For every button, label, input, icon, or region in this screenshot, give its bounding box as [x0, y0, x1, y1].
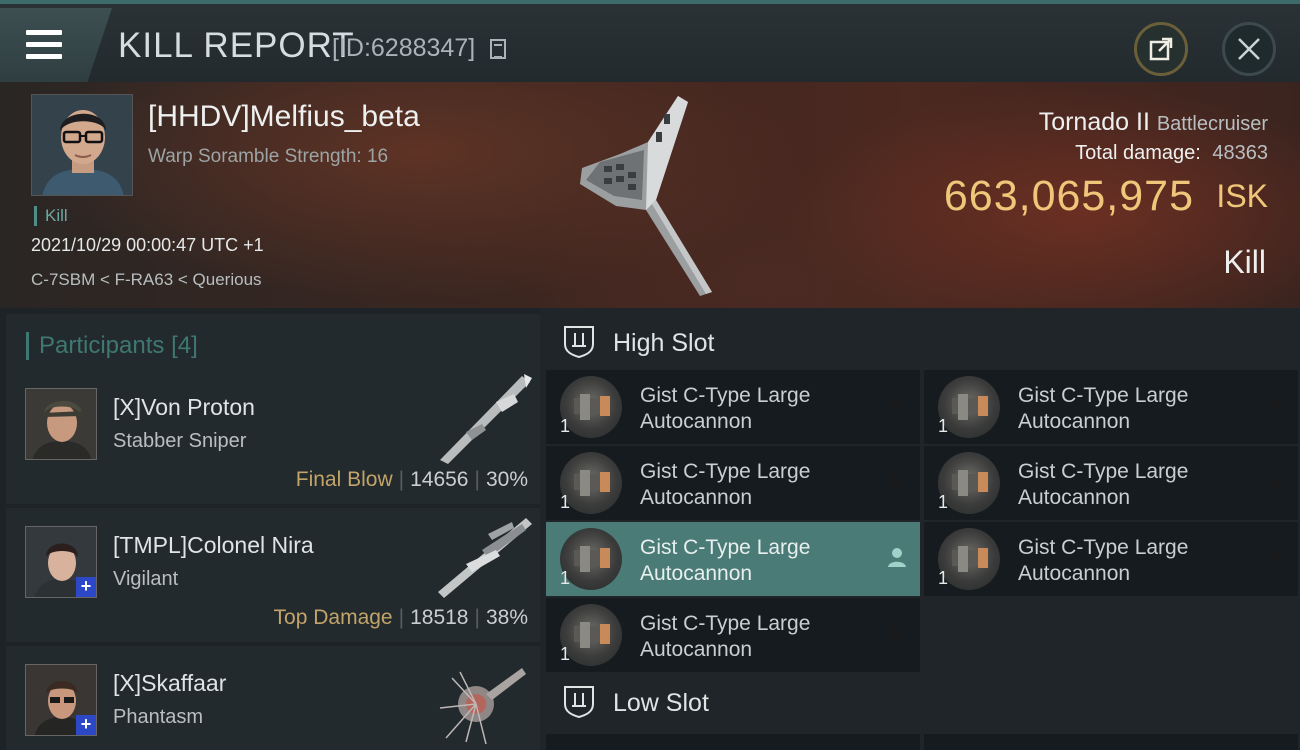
kill-tag: Kill: [34, 206, 68, 226]
participant-avatar: +: [25, 526, 97, 598]
ship-class: Battlecruiser: [1156, 113, 1268, 135]
participant-name: [X]Skaffaar: [113, 670, 227, 696]
report-id: [ID:6288347]: [332, 34, 476, 62]
participant-stats: Final Blow | 14656 | 30%: [295, 468, 528, 491]
fittings-panel: High Slot 1 Gist C-Type Large Autocannon …: [540, 308, 1300, 750]
top-bar: KILL REPORT [ID:6288347]: [0, 0, 1300, 82]
participant-damage: 18518: [410, 606, 469, 629]
close-icon: [1238, 38, 1260, 60]
participants-count: [4]: [171, 332, 198, 359]
module-item[interactable]: [924, 734, 1298, 750]
module-name: Gist C-Type Large Autocannon: [1018, 460, 1189, 509]
share-button[interactable]: [1134, 22, 1188, 76]
low-slot-header: Low Slot: [546, 672, 1298, 728]
participant-avatar: [25, 388, 97, 460]
share-icon: [1149, 37, 1173, 61]
module-quantity: 1: [938, 568, 949, 588]
remove-icon: [1267, 397, 1283, 413]
plus-icon: +: [76, 577, 96, 597]
remove-icon: [889, 473, 905, 489]
victim-name[interactable]: [HHDV]Melfius_beta: [148, 100, 420, 134]
participant-row[interactable]: [X]Von Proton Stabber Sniper Final Blow |…: [6, 370, 540, 504]
participant-ship-image: [438, 518, 532, 598]
module-item[interactable]: 1 Gist C-Type Large Autocannon: [924, 522, 1298, 596]
high-slot-title: High Slot: [613, 329, 715, 357]
participant-ship-image: [440, 374, 532, 464]
participant-ship-image: [439, 668, 526, 744]
module-quantity: 1: [560, 416, 571, 436]
module-name: Gist C-Type Large Autocannon: [1018, 384, 1189, 433]
module-quantity: 1: [938, 492, 949, 512]
participant-ship: Stabber Sniper: [113, 430, 247, 452]
module-item[interactable]: 1 Gist C-Type Large Autocannon: [924, 446, 1298, 520]
participant-row[interactable]: + [TMPL]Colonel Nira Vigilant Top Damage…: [6, 508, 540, 642]
module-name: Gist C-Type Large Autocannon: [1018, 536, 1189, 585]
victim-ship-image[interactable]: [560, 92, 760, 302]
participant-name: [TMPL]Colonel Nira: [113, 532, 314, 558]
participant-damage: 14656: [410, 468, 469, 491]
module-quantity: 1: [938, 416, 949, 436]
participant-name: [X]Von Proton: [113, 394, 255, 420]
total-damage-value: 48363: [1212, 142, 1268, 164]
high-slot-icon: [564, 326, 594, 358]
final-blow-tag: Final Blow: [295, 468, 393, 491]
participants-label: Participants: [39, 332, 165, 359]
participant-row[interactable]: + [X]Skaffaar Phantasm: [6, 646, 540, 750]
victim-banner: [HHDV]Melfius_beta Warp Soramble Strengt…: [0, 82, 1300, 308]
menu-button[interactable]: [0, 8, 112, 82]
module-item[interactable]: 1 Gist C-Type Large Autocannon: [546, 446, 920, 520]
remove-icon: [1267, 473, 1283, 489]
kill-timestamp: 2021/10/29 00:00:47 UTC +1: [31, 235, 264, 255]
high-slot-header: High Slot: [546, 312, 1298, 368]
module-item-selected[interactable]: 1 Gist C-Type Large Autocannon: [546, 522, 920, 596]
menu-icon: [26, 30, 62, 60]
low-slot-title: Low Slot: [613, 689, 709, 717]
participant-avatar: +: [25, 664, 97, 736]
kill-location[interactable]: C-7SBM < F-RA63 < Querious: [31, 270, 262, 290]
kill-type: Kill: [1223, 244, 1266, 280]
isk-value: 663,065,975: [943, 172, 1194, 220]
module-quantity: 1: [560, 492, 571, 512]
victim-ship[interactable]: Tornado II Battlecruiser: [1039, 108, 1268, 137]
page-title: KILL REPORT: [118, 26, 355, 65]
participants-header: Participants [4]: [6, 314, 540, 370]
plus-icon: +: [76, 715, 96, 735]
module-name: Gist C-Type Large Autocannon: [640, 612, 811, 661]
close-button[interactable]: [1222, 22, 1276, 76]
participant-percent: 30%: [485, 468, 528, 491]
participant-ship: Phantasm: [113, 706, 204, 728]
module-name: Gist C-Type Large Autocannon: [640, 460, 811, 509]
low-slot-icon: [564, 686, 594, 718]
module-item[interactable]: 1 Gist C-Type Large Autocannon: [546, 598, 920, 672]
total-damage: Total damage: 48363: [1075, 142, 1268, 165]
module-item[interactable]: 1 Gist C-Type Large Autocannon: [924, 370, 1298, 444]
module-quantity: 1: [560, 568, 571, 588]
total-damage-label: Total damage:: [1075, 142, 1201, 164]
module-item[interactable]: 1 Gist C-Type Large Autocannon: [546, 370, 920, 444]
user-icon: [888, 548, 906, 567]
isk-unit: ISK: [1216, 178, 1268, 214]
participants-panel: Participants [4] [X]Von Proton Stabber S…: [0, 308, 540, 750]
participant-percent: 38%: [485, 606, 528, 629]
ship-name: Tornado II: [1038, 108, 1150, 136]
module-name: Gist C-Type Large Autocannon: [640, 384, 811, 433]
remove-icon: [1267, 549, 1283, 565]
remove-icon: [889, 397, 905, 413]
copy-icon[interactable]: [490, 39, 506, 59]
module-item[interactable]: [546, 734, 920, 750]
participant-stats: Top Damage | 18518 | 38%: [273, 606, 528, 629]
victim-avatar[interactable]: [31, 94, 133, 196]
module-name: Gist C-Type Large Autocannon: [640, 536, 811, 585]
remove-icon: [889, 625, 905, 641]
top-damage-tag: Top Damage: [273, 606, 393, 629]
participant-ship: Vigilant: [113, 568, 179, 590]
participants-title: Participants [4]: [26, 332, 198, 360]
scramble-strength: Warp Soramble Strength: 16: [148, 146, 389, 167]
module-quantity: 1: [560, 644, 571, 664]
